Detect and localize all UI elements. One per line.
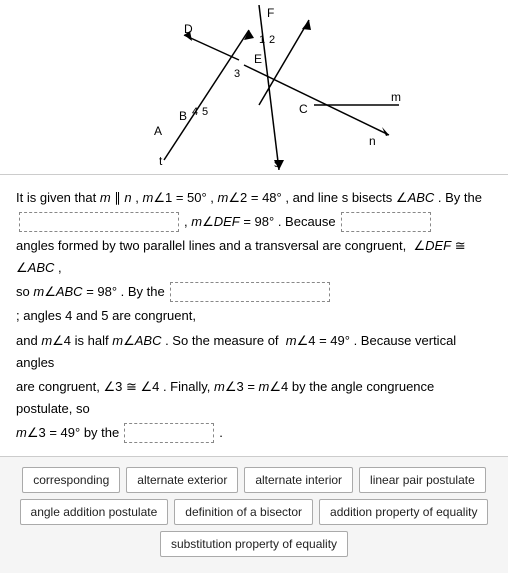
svg-text:B: B [179, 109, 187, 123]
proof-text-7b: . [219, 422, 223, 444]
proof-text-3a: angles formed by two parallel lines and … [16, 235, 492, 279]
btn-definition-of-bisector[interactable]: definition of a bisector [174, 499, 313, 525]
btn-corresponding[interactable]: corresponding [22, 467, 120, 493]
answer-buttons-container: corresponding alternate exterior alterna… [0, 457, 508, 573]
proof-text-7a: m∠3 = 49° by the [16, 422, 119, 444]
svg-text:A: A [154, 124, 162, 138]
proof-container: It is given that m ∥ n , m∠1 = 50° , m∠2… [0, 175, 508, 457]
svg-text:4: 4 [192, 106, 198, 118]
button-row-2: angle addition postulate definition of a… [12, 499, 496, 525]
blank-1[interactable] [19, 212, 179, 232]
button-row-3: substitution property of equality [12, 531, 496, 557]
proof-text-4a: so m∠ABC = 98° . By the [16, 281, 165, 303]
btn-alternate-exterior[interactable]: alternate exterior [126, 467, 238, 493]
proof-line-2: , m∠DEF = 98° . Because [16, 211, 492, 233]
svg-text:n: n [369, 134, 376, 148]
proof-text-4b: ; angles 4 and 5 are congruent, [16, 305, 196, 327]
svg-text:1: 1 [259, 34, 265, 46]
button-row-1: corresponding alternate exterior alterna… [12, 467, 496, 493]
blank-4[interactable] [124, 423, 214, 443]
diagram-container: D F E B A t s C m n 1 2 3 4 5 [0, 0, 508, 175]
btn-linear-pair-postulate[interactable]: linear pair postulate [359, 467, 486, 493]
geometry-diagram: D F E B A t s C m n 1 2 3 4 5 [104, 5, 404, 170]
btn-alternate-interior[interactable]: alternate interior [244, 467, 353, 493]
proof-text-2a: , m∠DEF = 98° . Because [184, 211, 336, 233]
proof-line-4: so m∠ABC = 98° . By the ; angles 4 and 5… [16, 281, 492, 327]
proof-line-6: are congruent, ∠3 ≅ ∠4 . Finally, m∠3 = … [16, 376, 492, 420]
blank-2[interactable] [341, 212, 431, 232]
proof-line-7: m∠3 = 49° by the . [16, 422, 492, 444]
svg-text:5: 5 [202, 106, 208, 118]
svg-text:3: 3 [234, 68, 240, 80]
svg-text:s: s [274, 156, 280, 170]
svg-text:2: 2 [269, 34, 275, 46]
svg-text:t: t [159, 154, 163, 168]
svg-text:F: F [267, 6, 274, 20]
blank-3[interactable] [170, 282, 330, 302]
btn-substitution-property-of-equality[interactable]: substitution property of equality [160, 531, 348, 557]
proof-line-5: and m∠4 is half m∠ABC . So the measure o… [16, 330, 492, 374]
btn-angle-addition-postulate[interactable]: angle addition postulate [20, 499, 169, 525]
svg-text:D: D [184, 22, 193, 36]
proof-line-3: angles formed by two parallel lines and … [16, 235, 492, 279]
btn-addition-property-of-equality[interactable]: addition property of equality [319, 499, 488, 525]
proof-text-6a: are congruent, ∠3 ≅ ∠4 . Finally, m∠3 = … [16, 376, 492, 420]
proof-line-1: It is given that m ∥ n , m∠1 = 50° , m∠2… [16, 187, 492, 209]
svg-text:E: E [254, 52, 262, 66]
svg-text:C: C [299, 102, 308, 116]
proof-text-1a: It is given that m ∥ n , m∠1 = 50° , m∠2… [16, 187, 482, 209]
svg-text:m: m [391, 90, 401, 104]
proof-text-5a: and m∠4 is half m∠ABC . So the measure o… [16, 330, 492, 374]
